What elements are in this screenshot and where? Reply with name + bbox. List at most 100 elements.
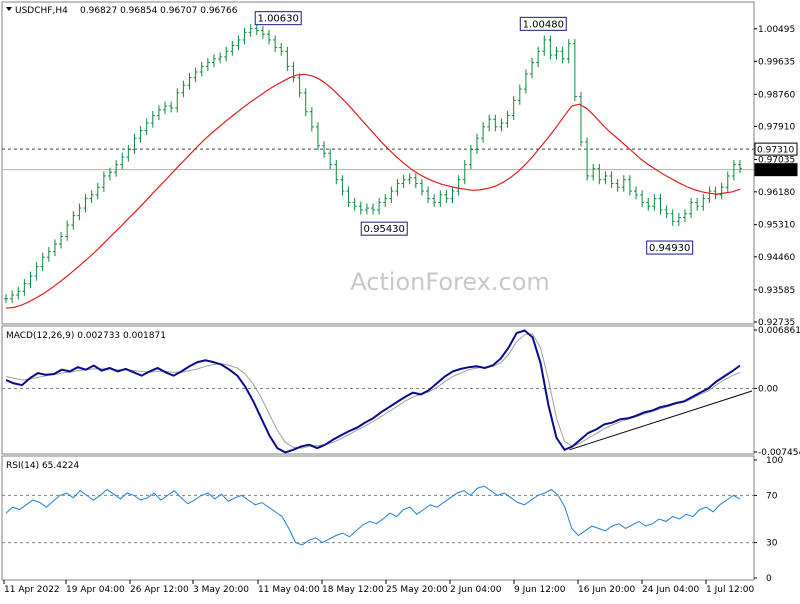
price-bar xyxy=(468,144,473,170)
price-bar xyxy=(267,29,272,45)
price-bar xyxy=(205,58,210,71)
price-bar xyxy=(450,186,455,204)
price-bar xyxy=(493,114,498,132)
price-bar xyxy=(132,133,137,155)
price-bar xyxy=(242,27,247,45)
rsi-tick-label: 70 xyxy=(766,491,778,501)
price-bar xyxy=(297,73,302,98)
price-bar xyxy=(670,209,675,226)
price-bar xyxy=(474,133,479,155)
x-tick-label: 26 Apr 12:00 xyxy=(130,585,189,595)
macd-tick-label: 0.006861 xyxy=(758,326,800,336)
price-annotation: 0.95430 xyxy=(360,221,408,236)
price-bar xyxy=(211,54,216,68)
price-bar xyxy=(34,262,39,281)
price-bar xyxy=(481,122,486,143)
x-tick-label: 3 May 20:00 xyxy=(193,585,249,595)
price-bar xyxy=(65,220,70,241)
level-label-text: 0.96766 xyxy=(757,166,794,176)
price-tick-label: 0.95310 xyxy=(758,221,795,231)
price-bar xyxy=(279,42,284,56)
price-bar xyxy=(377,197,382,215)
price-tick-label: 0.97910 xyxy=(758,122,795,132)
price-bar xyxy=(193,67,198,83)
rsi-line xyxy=(5,485,741,546)
price-bar xyxy=(432,194,437,207)
price-bar xyxy=(621,175,626,192)
macd-tick-label: 0.00 xyxy=(758,384,778,394)
rsi-y-axis: 100 70 30 0 xyxy=(754,456,783,584)
price-annotation: 1.00480 xyxy=(519,16,567,31)
ohlc-label: 0.96827 0.96854 0.96707 0.96766 xyxy=(80,6,238,16)
price-bar xyxy=(46,246,51,262)
price-bar xyxy=(352,197,357,211)
price-bar xyxy=(438,190,443,207)
price-bar xyxy=(664,205,669,219)
price-bar xyxy=(713,186,718,200)
price-bar xyxy=(548,35,553,60)
signal-line xyxy=(5,333,741,449)
price-bar xyxy=(150,110,155,128)
price-bar xyxy=(291,61,296,83)
price-bar xyxy=(499,118,504,132)
rsi-title: RSI(14) 65.4224 xyxy=(6,461,79,471)
rsi-path xyxy=(5,485,741,546)
chevron-down-icon[interactable] xyxy=(6,7,12,11)
price-bar xyxy=(505,110,510,128)
price-bar xyxy=(731,160,736,181)
price-bar xyxy=(640,190,645,207)
price-bar xyxy=(682,209,687,223)
price-bar xyxy=(303,88,308,117)
x-axis: 11 Apr 2022 19 Apr 04:00 26 Apr 12:00 3 May… xyxy=(3,580,755,595)
macd-trendline xyxy=(569,390,753,451)
annotation-label: 1.00630 xyxy=(258,14,299,25)
rsi-tick-label: 0 xyxy=(766,574,772,584)
rsi-pane-frame xyxy=(1,455,755,581)
macd-pane-frame xyxy=(1,325,755,455)
price-bar xyxy=(609,171,614,189)
price-bar xyxy=(364,203,369,215)
x-tick-label: 16 Jun 20:00 xyxy=(578,585,635,595)
price-annotation: 1.00630 xyxy=(254,11,302,26)
price-bar xyxy=(413,173,418,189)
price-bar xyxy=(426,186,431,204)
x-tick-label: 18 May 12:00 xyxy=(322,585,384,595)
price-bar xyxy=(10,290,15,304)
price-bar xyxy=(371,203,375,215)
price-bar xyxy=(707,186,712,204)
price-bar xyxy=(658,194,663,215)
price-bar xyxy=(340,175,345,196)
price-bar xyxy=(230,41,235,56)
x-tick-label: 19 Apr 04:00 xyxy=(66,585,125,595)
annotation-label: 1.00480 xyxy=(523,19,564,30)
price-bar xyxy=(407,173,412,185)
watermark: ActionForex.com xyxy=(350,268,550,296)
price-annotation: 0.94930 xyxy=(646,240,694,255)
price-bar xyxy=(254,24,259,36)
price-bar xyxy=(738,160,742,173)
price-bar xyxy=(71,211,76,230)
price-bar xyxy=(597,163,602,185)
x-tick-label: 1 Jul 12:00 xyxy=(706,585,755,595)
price-bar xyxy=(315,122,320,151)
price-bars xyxy=(4,24,742,304)
price-bar xyxy=(40,252,45,272)
price-bar xyxy=(175,88,180,113)
price-bar xyxy=(511,95,516,121)
price-bar xyxy=(676,212,681,226)
annotation-label: 0.94930 xyxy=(649,243,690,254)
rsi-tick-label: 100 xyxy=(766,456,783,466)
price-bar xyxy=(4,294,8,304)
x-tick-label: 24 Jun 04:00 xyxy=(642,585,699,595)
price-bar xyxy=(566,39,571,64)
price-bar xyxy=(591,163,596,181)
price-bar xyxy=(181,80,186,98)
price-tick-label: 0.98760 xyxy=(758,90,795,100)
macd-y-axis: 0.0068610.00-0.007454 xyxy=(754,326,800,458)
price-bar xyxy=(444,190,449,204)
price-bar xyxy=(517,84,522,105)
price-bar xyxy=(101,171,106,192)
price-bar xyxy=(77,203,82,221)
price-bar xyxy=(646,197,651,211)
rsi-reference-lines xyxy=(2,494,754,544)
